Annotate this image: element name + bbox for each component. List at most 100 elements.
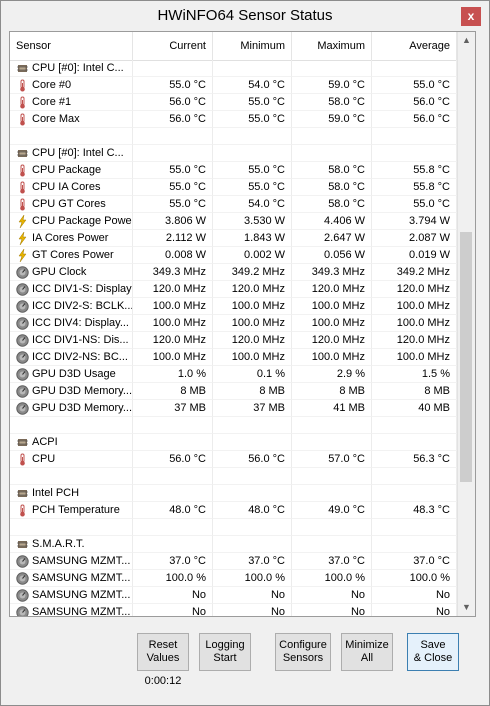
sensor-label: Intel PCH (32, 487, 80, 499)
current-value: 8 MB (133, 383, 213, 400)
current-value: 100.0 % (133, 570, 213, 587)
maximum-value (292, 434, 372, 451)
maximum-value: 58.0 °C (292, 162, 372, 179)
sensor-row[interactable]: SAMSUNG MZMT... 37.0 °C 37.0 °C 37.0 °C 37.0… (10, 553, 457, 570)
sensor-row[interactable]: CPU IA Cores 55.0 °C 55.0 °C 58.0 °C 55.8 °C (10, 179, 457, 196)
sensor-group-row[interactable]: CPU [#0]: Intel C... (10, 145, 457, 162)
average-value: 120.0 MHz (372, 281, 457, 298)
close-button[interactable]: x (461, 7, 481, 26)
sensor-label: SAMSUNG MZMT... (32, 589, 131, 601)
current-value (133, 60, 213, 77)
reset-values-button[interactable]: Reset Values (137, 633, 189, 671)
minimum-value: 56.0 °C (213, 451, 292, 468)
current-value (133, 485, 213, 502)
maximum-value: 58.0 °C (292, 94, 372, 111)
minimize-all-button[interactable]: Minimize All (341, 633, 393, 671)
logging-start-button[interactable]: Logging Start (199, 633, 251, 671)
column-header-average[interactable]: Average (372, 32, 457, 60)
minimum-value: 0.1 % (213, 366, 292, 383)
maximum-value: No (292, 604, 372, 616)
thermometer-icon (16, 79, 29, 92)
sensor-name: CPU GT Cores (10, 196, 133, 213)
sensor-row[interactable]: GT Cores Power 0.008 W 0.002 W 0.056 W 0.019… (10, 247, 457, 264)
sensor-row[interactable]: SAMSUNG MZMT... No No No No (10, 604, 457, 616)
minimum-value (213, 485, 292, 502)
sensor-label: GPU D3D Usage (32, 368, 116, 380)
column-header-current[interactable]: Current (133, 32, 213, 60)
minimum-value: No (213, 604, 292, 616)
sensor-row[interactable]: ICC DIV2-S: BCLK... 100.0 MHz 100.0 MHz 100… (10, 298, 457, 315)
current-value: 56.0 °C (133, 111, 213, 128)
sensor-row[interactable]: CPU Package 55.0 °C 55.0 °C 58.0 °C 55.8 °C (10, 162, 457, 179)
vertical-scrollbar[interactable]: ▲ ▼ (457, 32, 475, 616)
sensor-row[interactable]: IA Cores Power 2.112 W 1.843 W 2.647 W 2.087… (10, 230, 457, 247)
maximum-value (292, 60, 372, 77)
button-label-line1: Configure (279, 639, 327, 651)
sensor-name: SAMSUNG MZMT... (10, 587, 133, 604)
sensor-name: GT Cores Power (10, 247, 133, 264)
average-value: 100.0 MHz (372, 315, 457, 332)
sensor-row[interactable]: GPU Clock 349.3 MHz 349.2 MHz 349.3 MHz 349.… (10, 264, 457, 281)
sensor-row[interactable]: ICC DIV1-S: Display 120.0 MHz 120.0 MHz 120… (10, 281, 457, 298)
sensor-label: ICC DIV2-S: BCLK... (32, 300, 133, 312)
sensor-row[interactable]: GPU D3D Memory... 8 MB 8 MB 8 MB 8 MB (10, 383, 457, 400)
sensor-row[interactable]: SAMSUNG MZMT... No No No No (10, 587, 457, 604)
sensor-group-row[interactable]: CPU [#0]: Intel C... (10, 60, 457, 77)
scroll-down-icon[interactable]: ▼ (458, 599, 475, 616)
current-value: 120.0 MHz (133, 332, 213, 349)
sensor-row[interactable]: Core Max 56.0 °C 55.0 °C 59.0 °C 56.0 °C (10, 111, 457, 128)
sensor-name: ICC DIV4: Display... (10, 315, 133, 332)
sensor-row[interactable]: PCH Temperature 48.0 °C 48.0 °C 49.0 °C 48.3… (10, 502, 457, 519)
average-value: 56.3 °C (372, 451, 457, 468)
column-header-maximum[interactable]: Maximum (292, 32, 372, 60)
sensor-name: ICC DIV2-NS: BC... (10, 349, 133, 366)
sensor-row[interactable]: CPU 56.0 °C 56.0 °C 57.0 °C 56.3 °C (10, 451, 457, 468)
minimum-value: 37.0 °C (213, 553, 292, 570)
scroll-up-icon[interactable]: ▲ (458, 32, 475, 49)
sensor-row[interactable]: CPU GT Cores 55.0 °C 54.0 °C 58.0 °C 55.0 °C (10, 196, 457, 213)
sensor-row[interactable]: ICC DIV4: Display... 100.0 MHz 100.0 MHz 10… (10, 315, 457, 332)
average-value: 100.0 MHz (372, 349, 457, 366)
minimum-value: 8 MB (213, 383, 292, 400)
sensor-row[interactable]: GPU D3D Usage 1.0 % 0.1 % 2.9 % 1.5 % (10, 366, 457, 383)
sensor-row[interactable]: CPU Package Power 3.806 W 3.530 W 4.406 W 3.… (10, 213, 457, 230)
current-value: 37 MB (133, 400, 213, 417)
current-value (133, 434, 213, 451)
cpu-chip-icon (16, 436, 29, 449)
sensor-row[interactable]: GPU D3D Memory... 37 MB 37 MB 41 MB 40 MB (10, 400, 457, 417)
sensor-group-row[interactable]: S.M.A.R.T. (10, 536, 457, 553)
sensor-label: CPU [#0]: Intel C... (32, 147, 124, 159)
save-close-button[interactable]: Save & Close (407, 633, 459, 671)
sensor-row[interactable]: ICC DIV2-NS: BC... 100.0 MHz 100.0 MHz 100.… (10, 349, 457, 366)
column-header-sensor[interactable]: Sensor (10, 32, 133, 60)
sensor-name: CPU IA Cores (10, 179, 133, 196)
cpu-chip-icon (16, 538, 29, 551)
sensor-name: CPU Package (10, 162, 133, 179)
sensor-row[interactable]: Core #0 55.0 °C 54.0 °C 59.0 °C 55.0 °C (10, 77, 457, 94)
minimum-value: 100.0 MHz (213, 349, 292, 366)
maximum-value: 37.0 °C (292, 553, 372, 570)
maximum-value: 8 MB (292, 383, 372, 400)
button-label-line2: Values (146, 652, 180, 664)
maximum-value: 100.0 MHz (292, 349, 372, 366)
sensor-group-row[interactable]: Intel PCH (10, 485, 457, 502)
average-value: No (372, 604, 457, 616)
current-value: 349.3 MHz (133, 264, 213, 281)
current-value: 37.0 °C (133, 553, 213, 570)
current-value: 0.008 W (133, 247, 213, 264)
scrollbar-thumb[interactable] (460, 232, 472, 482)
sensor-row[interactable]: Core #1 56.0 °C 55.0 °C 58.0 °C 56.0 °C (10, 94, 457, 111)
button-label-line2: All (360, 652, 374, 664)
sensor-group-row[interactable]: ACPI (10, 434, 457, 451)
sensor-row[interactable]: ICC DIV1-NS: Dis... 120.0 MHz 120.0 MHz 120… (10, 332, 457, 349)
configure-sensors-button[interactable]: Configure Sensors (275, 633, 331, 671)
maximum-value: 59.0 °C (292, 111, 372, 128)
average-value: 37.0 °C (372, 553, 457, 570)
column-header-minimum[interactable]: Minimum (213, 32, 292, 60)
sensor-rows: CPU [#0]: Intel C... Core #0 55.0 °C 54.0 °… (10, 60, 457, 616)
average-value: 0.019 W (372, 247, 457, 264)
maximum-value (292, 485, 372, 502)
sensor-row[interactable]: SAMSUNG MZMT... 100.0 % 100.0 % 100.0 % 100.… (10, 570, 457, 587)
title-bar[interactable]: HWiNFO64 Sensor Status x (1, 1, 489, 31)
maximum-value: 120.0 MHz (292, 281, 372, 298)
